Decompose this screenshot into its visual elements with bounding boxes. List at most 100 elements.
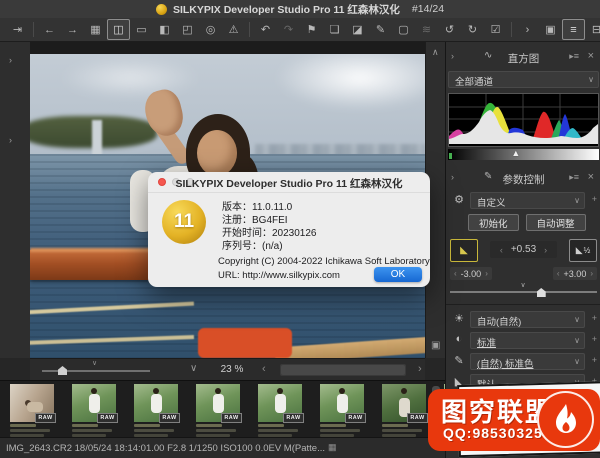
tone-select[interactable]: 标准 ∨ [470,332,585,349]
compare-view-icon[interactable]: ◧ [153,19,176,40]
add-color-icon[interactable]: + [592,355,597,365]
scroll-left-icon[interactable]: ‹ [262,363,266,375]
wb-pen-icon[interactable]: ❏ [323,19,346,40]
range-max-chip[interactable]: ‹ +3.00 › [553,267,597,280]
contrast-icon[interactable]: ◐ [452,333,466,345]
channel-select[interactable]: 全部通道 ∨ [448,71,599,88]
undo-icon[interactable]: ↶ [254,19,277,40]
thumbnail-caption [382,429,422,432]
add-preset-icon[interactable]: + [592,194,597,204]
copy-settings-icon[interactable]: ▣ [539,19,562,40]
range-min-chip[interactable]: ‹ -3.00 › [450,267,492,280]
warning-display-icon[interactable]: ⚠ [222,19,245,40]
combination-view-icon[interactable]: ◫ [107,19,130,40]
histogram-svg [449,94,598,144]
panel-close-icon[interactable]: × [588,171,594,183]
dialog-title: SILKYPIX Developer Studio Pro 11 红森林汉化 [148,176,430,191]
gradient-marker-icon[interactable]: ▲ [511,148,520,158]
half-step-label: ½ [584,246,591,255]
histogram-plot [448,93,599,147]
exposure-slider[interactable]: ∨ [450,284,597,298]
initialize-button[interactable]: 初始化 [468,214,519,231]
control-sliders-icon[interactable]: ≡ [562,19,585,40]
layer-stack-icon[interactable]: ≋ [415,19,438,40]
thumbnail-6[interactable]: RAW [315,384,369,437]
exposure-slider-track[interactable] [450,291,597,293]
mark-check-icon[interactable]: ☑ [484,19,507,40]
rotate-left-icon[interactable]: ↺ [438,19,461,40]
thumbnail-4[interactable]: RAW [191,384,245,437]
expand-left-panel-1-icon[interactable]: › [9,55,12,65]
color-pen-icon[interactable]: ✎ [369,19,392,40]
zoom-slider-thumb[interactable] [58,366,67,375]
ok-button[interactable]: OK [374,267,422,282]
raw-badge: RAW [283,413,304,423]
raw-badge: RAW [407,413,428,423]
photo-woman-face [197,130,237,176]
zoom-control-row: ∨ ∨ 23 % ‹ › [30,358,425,381]
more-tools-icon[interactable]: › [516,19,539,40]
preset-select[interactable]: 自定义 ∨ [470,192,585,209]
rotate-right-icon[interactable]: ↻ [461,19,484,40]
next-image-icon[interactable]: → [61,19,84,40]
app-window: SILKYPIX Developer Studio Pro 11 红森林汉化 #… [0,0,600,458]
thumbnail-5[interactable]: RAW [253,384,307,437]
auto-adjust-button[interactable]: 自动调整 [526,214,586,231]
add-wb-icon[interactable]: + [592,313,597,323]
loupe-icon[interactable]: ◎ [199,19,222,40]
horizontal-scrollbar-thumb[interactable] [281,365,405,375]
fit-display-icon[interactable]: ◰ [176,19,199,40]
titlebar: SILKYPIX Developer Studio Pro 11 红森林汉化 #… [0,0,600,19]
print-icon[interactable]: ⊟ [585,19,600,40]
white-balance-sun-icon[interactable]: ☀ [452,312,466,325]
main-toolbar: ⇥ ← → ▦ ◫ ▭ ◧ ◰ ◎ ⚠ ↶ ↷ ⚑ ❏ ◪ ✎ ▢ ≋ ↺ ↻ … [0,18,600,42]
start-date-field: 开始时间：20230126 [222,224,317,237]
thumbnail-caption [196,424,222,427]
version-field: 版本：11.0.11.0 [222,198,317,211]
thumbnail-7[interactable]: RAW [377,384,431,437]
gear-icon[interactable]: ⚙ [452,193,466,206]
exposure-pen-icon[interactable]: ⚑ [300,19,323,40]
exposure-value-stepper[interactable]: ‹ +0.53 › [490,241,557,258]
panel-menu-icon[interactable]: ▸≡ [569,172,579,183]
color-pen-icon[interactable]: ✎ [452,354,466,367]
copyright-text: Copyright (C) 2004-2022 Ichikawa Soft La… [218,256,430,267]
thumbnail-2[interactable]: RAW [67,384,121,437]
zoom-dropdown-icon[interactable]: ∨ [190,363,197,374]
range-min-value: -3.00 [461,269,482,279]
decrease-exposure-icon[interactable]: ‹ [500,245,503,255]
raw-badge: RAW [97,413,118,423]
chart-mini-icon[interactable]: ▦ [328,442,337,453]
half-step-icon[interactable]: ◣ ½ [569,239,597,262]
app-icon [156,4,167,15]
exposure-slider-thumb[interactable] [537,288,546,297]
white-balance-select[interactable]: 自动(自然) ∨ [470,311,585,328]
half-step-triangle: ◣ [576,245,583,256]
thumbnail-view-icon[interactable]: ▦ [84,19,107,40]
tone-pen-icon[interactable]: ◪ [346,19,369,40]
redo-icon[interactable]: ↷ [277,19,300,40]
prev-image-icon[interactable]: ← [38,19,61,40]
add-tone-icon[interactable]: + [592,334,597,344]
scroll-right-icon[interactable]: › [418,363,422,375]
develop-export-icon[interactable]: ⇥ [6,19,29,40]
horizontal-scrollbar[interactable] [280,364,406,376]
expand-left-panel-2-icon[interactable]: › [9,135,12,145]
tone-value: 标准 [477,335,496,349]
thumbnail-caption [72,429,112,432]
chevron-down-icon: ∨ [574,336,580,345]
scroll-up-icon[interactable]: ∧ [432,47,439,58]
thumbnail-1[interactable]: RAW [5,384,59,437]
exposure-row: ◣ ‹ +0.53 › ◣ ½ [448,239,599,263]
panel-menu-icon[interactable]: ▸≡ [569,51,579,62]
panel-close-icon[interactable]: × [588,50,594,62]
image-info-icon[interactable]: ▣ [431,340,440,351]
thumbnail-3[interactable]: RAW [129,384,183,437]
serial-label: 序列号： [222,241,262,252]
histogram-gradient-bar[interactable]: ▲ [448,149,599,160]
increase-exposure-icon[interactable]: › [544,245,547,255]
preview-view-icon[interactable]: ▭ [130,19,153,40]
exposure-bias-icon[interactable]: ◣ [450,239,478,262]
partial-selection-icon[interactable]: ▢ [392,19,415,40]
color-select[interactable]: (自然) 标准色 ∨ [470,353,585,370]
